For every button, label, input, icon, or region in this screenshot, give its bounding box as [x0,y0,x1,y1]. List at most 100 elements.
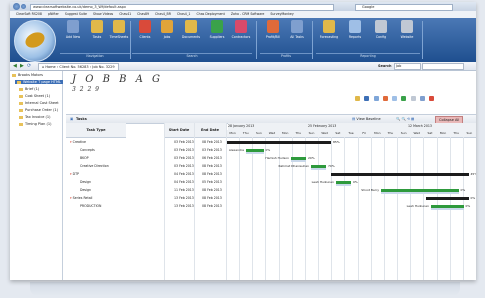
options-icon[interactable] [392,96,398,101]
document-icon [17,80,21,84]
ribbon-button-add-new[interactable]: Add New [62,20,84,39]
history-icon[interactable]: ⟳ [27,62,31,70]
table-row[interactable]: ▾ Creative 03 Feb 2013 08 Feb 2013 [66,139,226,146]
tree-client[interactable]: Brooks Motors [12,73,43,77]
gantt-gridline [252,137,254,280]
search-input[interactable] [422,63,464,70]
task-end-date: 08 Feb 2013 [202,188,222,192]
bookmark-item[interactable]: Chas41 [119,12,131,16]
ribbon-button-suppliers[interactable]: Suppliers [206,20,228,39]
table-row[interactable]: BKOP 03 Feb 2013 06 Feb 2013 [66,155,226,162]
export-icon[interactable] [419,96,425,101]
view-baseline-toggle[interactable]: ▤ View Baseline [352,115,381,123]
back-icon[interactable] [13,3,20,10]
ribbon-button-website[interactable]: Website [396,20,418,39]
table-row[interactable]: ▾ DTP 04 Feb 2013 08 Feb 2013 [66,171,226,178]
forward-nav-icon[interactable]: ▶ [20,62,24,70]
table-row[interactable]: Creative Direction 03 Feb 2013 08 Feb 2013 [66,163,226,170]
summary-bar[interactable] [226,141,331,144]
task-end-date: 08 Feb 2013 [202,164,222,168]
ribbon-group-label: Profits [260,53,312,60]
close-icon[interactable] [429,96,435,101]
summary-bar[interactable] [331,173,469,176]
save-icon[interactable] [364,96,370,101]
bookmark-item[interactable]: SurveyMonkey [270,12,293,16]
table-row[interactable]: Design 11 Feb 2013 08 Feb 2013 [66,187,226,194]
task-start-date: 04 Feb 2013 [174,180,194,184]
table-row[interactable]: Design 04 Feb 2013 05 Feb 2013 [66,179,226,186]
timeline-day: Wed [410,130,424,138]
tree-item[interactable]: Cost Sheet (1) [19,94,50,98]
ribbon-button-reports[interactable]: Reports [344,20,366,39]
ribbon-button-timesheets[interactable]: TimeSheets [108,20,130,39]
bookmark-item[interactable]: Show Videos [93,12,113,16]
tree-item[interactable]: Internal Cost Sheet [19,101,59,105]
ribbon-button-config[interactable]: Config [370,20,392,39]
logo-mark [22,29,48,51]
add-new-icon [67,20,79,33]
tree-item[interactable]: Timing Plan (1) [19,122,51,126]
bookmark-item[interactable]: ClearSoft RS208 [16,12,42,16]
ribbon-button-clients[interactable]: Clients [134,20,156,39]
col-header-end[interactable]: End Date [194,123,226,138]
baseline-bar [291,160,306,162]
bookmark-item[interactable]: Chas4_1 [177,12,191,16]
ribbon-button-contractors[interactable]: Contractors [230,20,252,39]
summary-bar[interactable] [426,197,469,200]
ribbon-group-label: Search [132,53,252,60]
ribbon-button-tasks[interactable]: Tasks [86,20,108,39]
timeline-day: Thu [383,130,398,138]
ribbon-button-profit-bill[interactable]: Profit/Bill [262,20,284,39]
print-icon[interactable] [373,96,379,101]
task-name-text: Series Retail [72,196,93,200]
folder-icon [12,73,16,77]
breadcrumb-home[interactable]: Home [45,65,55,69]
list-icon[interactable] [401,96,407,101]
search-scope-select[interactable]: Job [394,63,421,70]
task-name: ▾ DTP [70,171,79,178]
address-bar[interactable]: www.clearsoftwebsite.co.uk/demo_3_Wf/def… [30,4,334,11]
task-end-date: 03 Feb 2013 [202,148,222,152]
ribbon-button-jobs[interactable]: Jobs [156,20,178,39]
baseline-bar [311,168,326,170]
bookmark-item[interactable]: Zoho - CRM Software [231,12,265,16]
tree-item[interactable]: Website T page HTML [15,80,63,84]
task-name: Design [80,187,91,194]
bookmark-item[interactable]: Chas4_BR [155,12,171,16]
star-icon[interactable] [355,96,360,101]
task-name: PRODUCTION [80,203,101,210]
ribbon-button-label: Suppliers [209,35,225,39]
tree-item[interactable]: Brief (1) [19,87,39,91]
breadcrumb-job[interactable]: Job No. 3229 [92,65,114,69]
bookmark-item[interactable]: Chas89 [137,12,149,16]
col-header-task[interactable]: Task Type [66,123,126,138]
task-start-date: 03 Feb 2013 [174,156,194,160]
ribbon-button-forecasting[interactable]: Forecasting [318,20,340,39]
bookmark-item[interactable]: pNifter [48,12,59,16]
back-nav-icon[interactable]: ◀ [13,62,17,70]
ribbon-button-all-tasks[interactable]: All Tasks [286,20,308,39]
bookmark-item[interactable]: Suggest Suite [65,12,87,16]
ribbon-button-documents[interactable]: Documents [180,20,202,39]
zoom-icons[interactable]: 🔍 🔍 ⟲ ▦ [396,115,414,123]
baseline-bar [381,192,459,194]
task-assignee: Leah Huikunen [311,180,334,184]
ribbon-separator [312,21,313,59]
bookmark-item[interactable]: Chas Deployment [196,12,224,16]
ribbon-button-label: Jobs [163,35,171,39]
table-row[interactable]: PRODUCTION 13 Feb 2013 08 Feb 2013 [66,203,226,210]
website-icon [401,20,413,33]
gantt-gridline [357,137,359,280]
forward-icon[interactable] [21,4,26,9]
browser-search[interactable]: Google [355,4,453,11]
filter-icon[interactable] [410,96,416,101]
edit-icon[interactable] [382,96,388,101]
table-row[interactable]: Concepts 03 Feb 2013 03 Feb 2013 [66,147,226,154]
col-header-start[interactable]: Start Date [164,123,194,138]
gantt-gridline [383,137,385,280]
tree-item[interactable]: Tax Invoice (1) [19,115,50,119]
tree-item[interactable]: Purchase Order (1) [19,108,58,112]
baseline-bar [431,208,464,210]
table-row[interactable]: ▾ Series Retail 13 Feb 2013 08 Feb 2013 [66,195,226,202]
breadcrumb-client[interactable]: Client No. 56283 [59,65,88,69]
